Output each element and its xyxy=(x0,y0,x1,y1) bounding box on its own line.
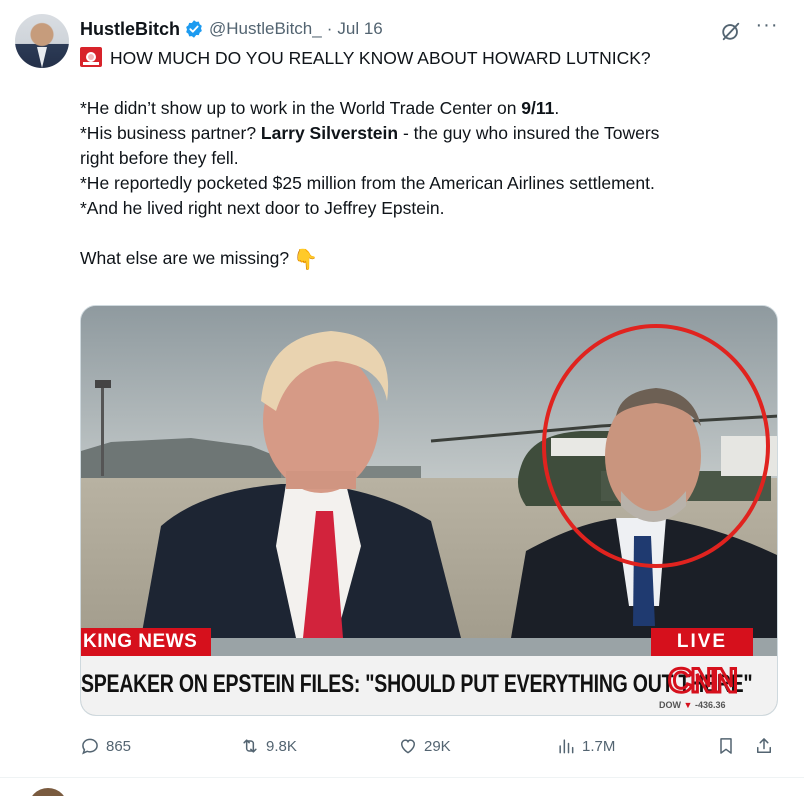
tweet-line-1: *He didn’t show up to work in the World … xyxy=(80,96,780,121)
bookmark-button[interactable] xyxy=(716,736,742,756)
dow-down-arrow-icon: ▼ xyxy=(683,700,693,710)
tweet-line-1-text: *He didn’t show up to work in the World … xyxy=(80,98,522,118)
tweet-line-1-bold: 9/11 xyxy=(521,98,555,118)
tweet-line-5: *And he lived right next door to Jeffrey… xyxy=(80,198,445,218)
tweet-line-3: right before they fell. xyxy=(80,148,239,168)
like-button[interactable]: 29K xyxy=(398,736,451,756)
tweet-title-line: HOW MUCH DO YOU REALLY KNOW ABOUT HOWARD… xyxy=(80,46,780,71)
pointing-down-emoji: 👇 xyxy=(293,249,319,271)
live-badge: LIVE xyxy=(651,628,753,656)
separator-dot: · xyxy=(326,19,333,38)
views-chart-icon xyxy=(559,739,574,754)
share-icon xyxy=(757,738,771,753)
like-count: 29K xyxy=(424,737,451,755)
tweet-date[interactable]: Jul 16 xyxy=(337,19,382,39)
verified-badge-icon[interactable] xyxy=(184,19,204,39)
news-ticker: SPEAKER ON EPSTEIN FILES: "SHOULD PUT EV… xyxy=(81,656,777,715)
reply-button[interactable]: 865 xyxy=(80,736,131,756)
tweet-line-2-bold: Larry Silverstein xyxy=(260,123,399,143)
reply-count: 865 xyxy=(106,737,132,755)
tweet-line-4: *He reportedly pocketed $25 million from… xyxy=(80,173,655,193)
dow-value: -436.36 xyxy=(694,700,726,710)
news-headline: SPEAKER ON EPSTEIN FILES: "SHOULD PUT EV… xyxy=(81,670,753,698)
dow-label: DOW xyxy=(659,700,681,710)
breaking-news-label: KING NEWS xyxy=(81,628,212,656)
reply-icon xyxy=(82,738,98,755)
tweet-line-6: What else are we missing? 👇 xyxy=(80,246,780,273)
dow-ticker: DOW ▼ -436.36 xyxy=(659,700,725,710)
tweet[interactable]: HustleBitch @HustleBitch_ · Jul 16 ··· H… xyxy=(0,0,804,778)
repost-count: 9.8K xyxy=(266,737,297,755)
tweet-header: HustleBitch @HustleBitch_ · Jul 16 xyxy=(80,16,383,42)
tweet-actions: 865 9.8K 29K 1.7M xyxy=(80,736,780,758)
tweet-line-6-text: What else are we missing? xyxy=(80,248,290,268)
views-count: 1.7M xyxy=(582,737,616,755)
tweet-text: HOW MUCH DO YOU REALLY KNOW ABOUT HOWARD… xyxy=(80,46,780,273)
bookmark-icon xyxy=(720,738,732,754)
author-display-name[interactable]: HustleBitch xyxy=(80,19,180,40)
next-tweet-avatar[interactable] xyxy=(28,788,68,796)
grok-icon[interactable] xyxy=(720,20,742,42)
more-icon[interactable]: ··· xyxy=(754,15,780,40)
tweet-line-2-text: *His business partner? xyxy=(80,123,261,143)
views-button[interactable]: 1.7M xyxy=(556,736,615,756)
tweet-line-2: *His business partner? Larry Silverstein… xyxy=(80,121,780,146)
tweet-line-1-end: . xyxy=(554,98,560,118)
svg-text:CNN: CNN xyxy=(668,662,736,698)
heart-icon xyxy=(400,739,416,754)
siren-emoji-icon xyxy=(80,47,102,67)
repost-button[interactable]: 9.8K xyxy=(240,736,297,756)
author-avatar[interactable] xyxy=(15,14,69,68)
tweet-line-2-end: - the guy who insured the Towers xyxy=(398,123,660,143)
share-button[interactable] xyxy=(754,736,780,756)
cnn-logo-icon: CNN xyxy=(667,662,740,698)
tweet-title: HOW MUCH DO YOU REALLY KNOW ABOUT HOWARD… xyxy=(110,48,651,68)
repost-icon xyxy=(243,739,257,753)
author-handle[interactable]: @HustleBitch_ xyxy=(209,19,322,39)
tweet-media-image[interactable]: KING NEWS LIVE SPEAKER ON EPSTEIN FILES:… xyxy=(80,305,778,716)
